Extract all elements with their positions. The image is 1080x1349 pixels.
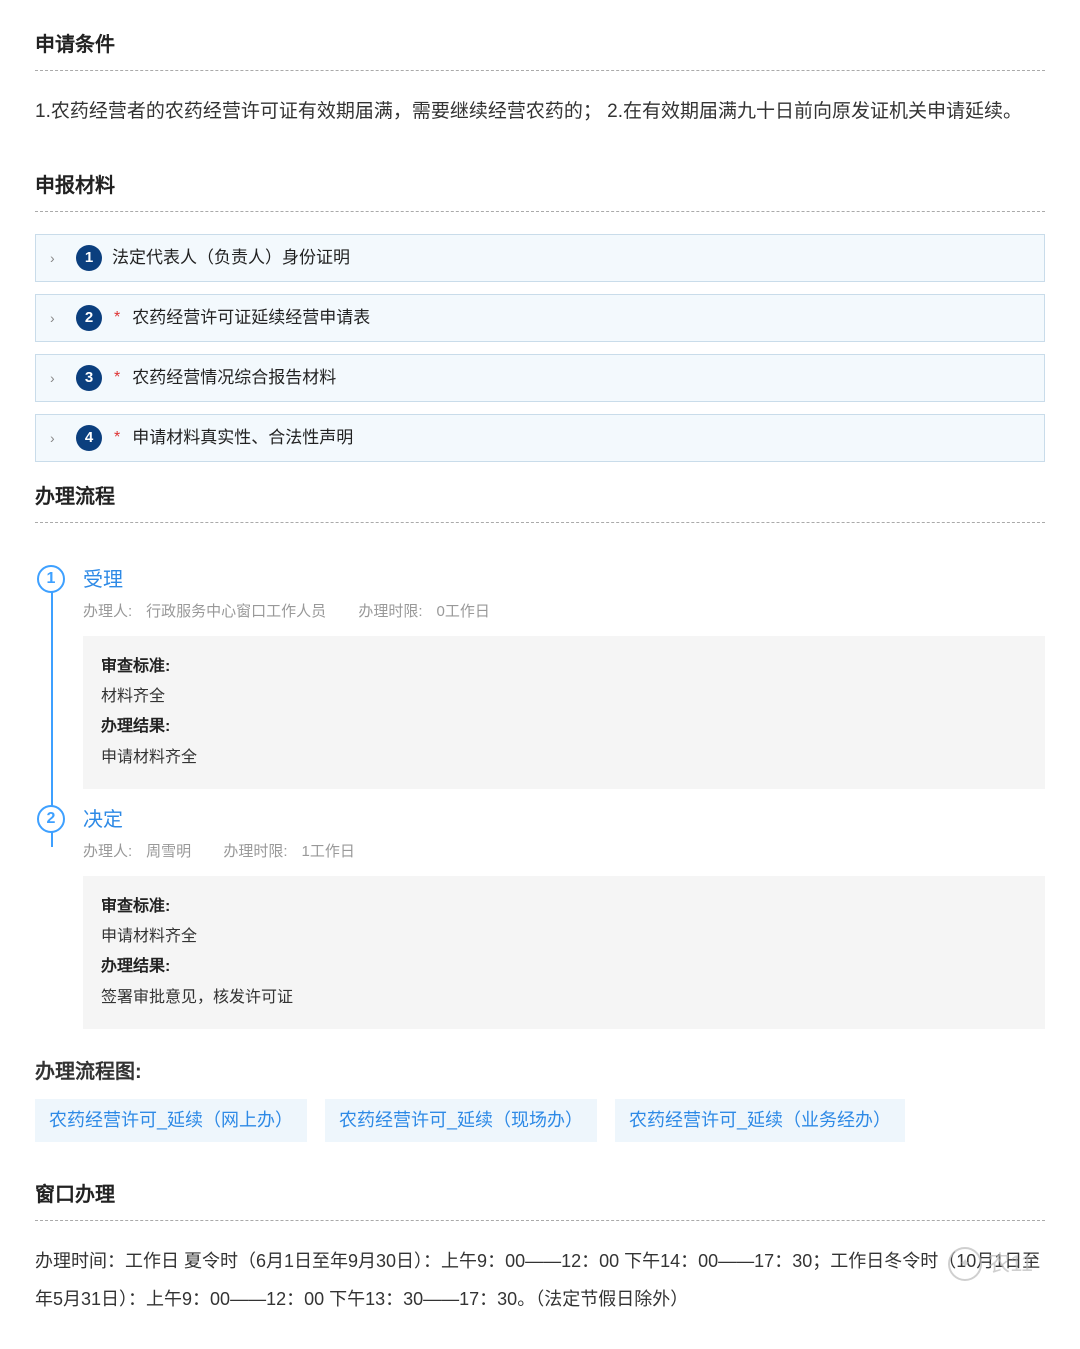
flowchart-link-online[interactable]: 农药经营许可_延续（网上办）: [35, 1099, 307, 1142]
step-number-badge: 1: [37, 565, 65, 593]
material-item[interactable]: › 3 * 农药经营情况综合报告材料: [35, 354, 1045, 402]
material-item[interactable]: › 2 * 农药经营许可证延续经营申请表: [35, 294, 1045, 342]
chevron-right-icon: ›: [50, 248, 66, 269]
material-label: 农药经营情况综合报告材料: [132, 365, 336, 391]
step-title: 决定: [83, 805, 1045, 835]
material-item[interactable]: › 1 法定代表人（负责人）身份证明: [35, 234, 1045, 282]
divider: [35, 1220, 1045, 1221]
divider: [35, 522, 1045, 523]
flowchart-link-onsite[interactable]: 农药经营许可_延续（现场办）: [325, 1099, 597, 1142]
step-title: 受理: [83, 565, 1045, 595]
step-meta: 办理人:行政服务中心窗口工作人员 办理时限:0工作日: [83, 601, 1045, 624]
section-heading-process: 办理流程: [35, 482, 1045, 512]
chevron-right-icon: ›: [50, 428, 66, 449]
required-star-icon: *: [114, 366, 120, 390]
chevron-right-icon: ›: [50, 368, 66, 389]
required-star-icon: *: [114, 426, 120, 450]
chevron-right-icon: ›: [50, 308, 66, 329]
conditions-text: 1.农药经营者的农药经营许可证有效期届满，需要继续经营农药的； 2.在有效期届满…: [35, 93, 1045, 131]
divider: [35, 70, 1045, 71]
step-detail-box: 审查标准: 材料齐全 办理结果: 申请材料齐全: [83, 636, 1045, 790]
wechat-icon: ✦: [948, 1247, 982, 1281]
section-heading-materials: 申报材料: [35, 171, 1045, 201]
step-number-badge: 2: [37, 805, 65, 833]
watermark: ✦ 农11: [948, 1247, 1033, 1281]
material-number-badge: 2: [76, 305, 102, 331]
step-meta: 办理人:周雪明 办理时限:1工作日: [83, 841, 1045, 864]
material-item[interactable]: › 4 * 申请材料真实性、合法性声明: [35, 414, 1045, 462]
process-step: 1 受理 办理人:行政服务中心窗口工作人员 办理时限:0工作日 审查标准: 材料…: [35, 565, 1045, 789]
watermark-label: 农11: [988, 1247, 1033, 1280]
material-label: 法定代表人（负责人）身份证明: [112, 245, 350, 271]
divider: [35, 211, 1045, 212]
flowchart-link-agent[interactable]: 农药经营许可_延续（业务经办）: [615, 1099, 905, 1142]
window-handling-text: 办理时间：工作日 夏令时（6月1日至年9月30日）：上午9：00——12：00 …: [35, 1243, 1045, 1319]
section-heading-conditions: 申请条件: [35, 30, 1045, 60]
step-detail-box: 审查标准: 申请材料齐全 办理结果: 签署审批意见，核发许可证: [83, 876, 1045, 1030]
material-label: 申请材料真实性、合法性声明: [132, 425, 353, 451]
material-label: 农药经营许可证延续经营申请表: [132, 305, 370, 331]
section-heading-window: 窗口办理: [35, 1180, 1045, 1210]
process-step: 2 决定 办理人:周雪明 办理时限:1工作日 审查标准: 申请材料齐全 办理结果…: [35, 805, 1045, 1029]
material-number-badge: 3: [76, 365, 102, 391]
material-number-badge: 1: [76, 245, 102, 271]
required-star-icon: *: [114, 306, 120, 330]
section-heading-flowchart: 办理流程图:: [35, 1057, 1045, 1087]
material-number-badge: 4: [76, 425, 102, 451]
